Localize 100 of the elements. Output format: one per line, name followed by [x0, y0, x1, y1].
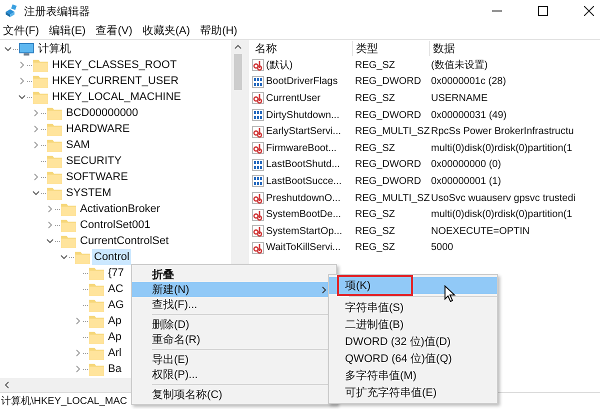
value-type: REG_DWORD — [354, 159, 422, 170]
folder-icon — [47, 170, 62, 184]
expanded-chevron-icon[interactable] — [4, 45, 12, 53]
submenu-item[interactable]: 多字符串值(M) — [329, 367, 497, 384]
submenu-item[interactable]: DWORD (32 位)值(D) — [329, 333, 497, 350]
tree-item[interactable]: HKEY_CLASSES_ROOT — [50, 57, 179, 73]
value-name[interactable]: WaitToKillServi... — [266, 242, 341, 254]
value-data: 5000 — [430, 242, 454, 254]
tree-item[interactable]: SAM — [64, 137, 92, 153]
folder-icon — [89, 346, 104, 360]
column-header[interactable]: 名称 — [252, 41, 353, 56]
folder-icon — [75, 250, 90, 264]
folder-icon — [89, 282, 104, 296]
submenu-item[interactable]: 字符串值(S) — [329, 299, 497, 316]
scroll-up-icon[interactable] — [234, 43, 242, 51]
tree-item[interactable]: SYSTEM — [64, 185, 114, 201]
scroll-left-icon[interactable] — [3, 381, 11, 389]
menu-item[interactable]: 收藏夹(A) — [142, 23, 190, 38]
value-name[interactable]: LastBootSucce... — [266, 176, 342, 187]
collapsed-chevron-icon[interactable] — [74, 365, 82, 373]
collapsed-chevron-icon[interactable] — [74, 317, 82, 325]
tree-item[interactable]: HKEY_CURRENT_USER — [50, 73, 181, 89]
folder-icon — [89, 266, 104, 280]
collapsed-chevron-icon[interactable] — [32, 173, 40, 181]
column-header[interactable]: 类型 — [353, 41, 430, 56]
folder-icon — [47, 122, 62, 136]
value-type: REG_MULTI_SZ — [354, 192, 428, 204]
value-name[interactable]: LastBootShutd... — [266, 159, 340, 170]
value-name[interactable]: SystemBootDe... — [266, 209, 342, 220]
tree-item[interactable]: Arl — [106, 345, 124, 361]
column-header[interactable]: 数据 — [430, 41, 600, 56]
submenu-item[interactable]: QWORD (64 位)值(Q) — [329, 350, 497, 367]
tree-item[interactable]: 计算机 — [36, 41, 73, 57]
maximize-icon[interactable] — [538, 6, 548, 16]
collapsed-chevron-icon[interactable] — [32, 109, 40, 117]
tree-item[interactable]: HARDWARE — [64, 121, 132, 137]
value-name[interactable]: BootDriverFlags — [266, 76, 338, 88]
tree-item[interactable]: HKEY_LOCAL_MACHINE — [50, 89, 183, 105]
tree-item[interactable]: AC — [106, 281, 126, 297]
string-value-icon — [252, 59, 264, 72]
value-data: 0x00000001 (1) — [430, 176, 502, 187]
submenu-item[interactable]: 项(K) — [329, 277, 497, 294]
value-name[interactable]: PreshutdownO... — [266, 192, 340, 204]
menu-item[interactable]: 文件(F) — [3, 23, 40, 38]
tree-item[interactable]: Ap — [106, 313, 124, 329]
collapsed-chevron-icon[interactable] — [74, 349, 82, 357]
value-name[interactable]: SystemStartOp... — [266, 226, 342, 237]
collapsed-chevron-icon[interactable] — [18, 61, 26, 69]
value-data: NOEXECUTE=OPTIN — [430, 226, 531, 237]
menu-item[interactable]: 编辑(E) — [49, 23, 86, 38]
collapsed-chevron-icon[interactable] — [32, 125, 40, 133]
menu-item[interactable]: 查看(V) — [96, 23, 132, 38]
status-path: 计算机\HKEY_LOCAL_MAC — [1, 394, 128, 408]
value-data: multi(0)disk(0)rdisk(0)partition(1 — [430, 209, 574, 220]
tree-item[interactable]: Ap — [106, 329, 124, 345]
string-value-icon — [252, 142, 264, 154]
expanded-chevron-icon[interactable] — [32, 189, 40, 197]
tree-item[interactable]: AG — [106, 297, 126, 313]
value-type: REG_SZ — [354, 60, 396, 71]
collapsed-chevron-icon[interactable] — [46, 205, 54, 213]
folder-icon — [61, 202, 76, 216]
window-title: 注册表编辑器 — [24, 4, 90, 18]
tree-item[interactable]: {77 — [106, 265, 126, 281]
collapsed-chevron-icon[interactable] — [18, 77, 26, 85]
binary-value-icon — [252, 109, 264, 122]
tree-item[interactable]: Control — [92, 249, 132, 265]
value-name[interactable]: (默认) — [266, 58, 293, 72]
value-type: REG_MULTI_SZ — [354, 126, 428, 138]
value-data: USERNAME — [430, 92, 489, 104]
submenu-item[interactable]: 二进制值(B) — [329, 316, 497, 333]
value-type: REG_SZ — [354, 92, 396, 104]
folder-icon — [89, 314, 104, 328]
value-name[interactable]: CurrentUser — [266, 92, 320, 104]
value-type: REG_DWORD — [354, 110, 422, 121]
value-name[interactable]: FirmwareBoot... — [266, 142, 337, 154]
expanded-chevron-icon[interactable] — [46, 237, 54, 245]
expanded-chevron-icon[interactable] — [60, 253, 68, 261]
tree-item[interactable]: SECURITY — [64, 153, 124, 169]
tree-item[interactable]: CurrentControlSet — [78, 233, 171, 249]
collapsed-chevron-icon[interactable] — [46, 221, 54, 229]
scrollbar-thumb[interactable] — [234, 54, 242, 90]
folder-icon — [47, 138, 62, 152]
binary-value-icon — [252, 175, 264, 188]
folder-icon — [33, 90, 48, 104]
string-value-icon — [252, 242, 264, 254]
close-icon[interactable] — [584, 6, 594, 16]
expanded-chevron-icon[interactable] — [18, 93, 26, 101]
submenu-item[interactable]: 可扩充字符串值(E) — [329, 384, 497, 401]
tree-item[interactable]: SOFTWARE — [64, 169, 130, 185]
tree-item[interactable]: BCD00000000 — [64, 105, 140, 121]
tree-item[interactable]: ControlSet001 — [78, 217, 152, 233]
tree-item[interactable]: ActivationBroker — [78, 201, 162, 217]
value-data: multi(0)disk(0)rdisk(0)partition(1 — [430, 142, 574, 154]
value-data: UsoSvc wuauserv gpsvc trustedi — [430, 192, 577, 204]
folder-icon — [47, 154, 62, 168]
collapsed-chevron-icon[interactable] — [32, 141, 40, 149]
tree-item[interactable]: Ba — [106, 361, 124, 377]
value-name[interactable]: DirtyShutdown... — [266, 110, 340, 121]
value-name[interactable]: EarlyStartServi... — [266, 126, 342, 138]
menu-item[interactable]: 帮助(H) — [200, 23, 238, 38]
